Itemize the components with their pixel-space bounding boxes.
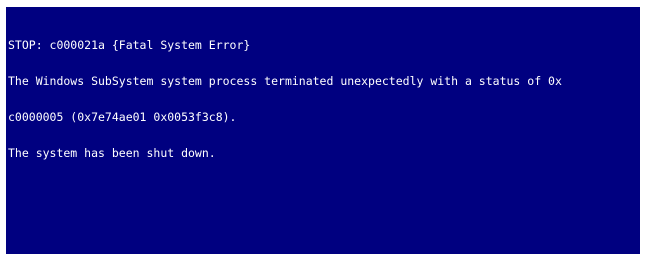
stop-code-line: STOP: c000021a {Fatal System Error} — [8, 38, 251, 52]
error-message-block: STOP: c000021a {Fatal System Error} The … — [8, 15, 640, 183]
shutdown-notice-line: The system has been shut down. — [8, 146, 216, 160]
status-parameters-line: c0000005 (0x7e74ae01 0x0053f3c8). — [8, 110, 237, 124]
screenshot-frame: STOP: c000021a {Fatal System Error} The … — [0, 0, 646, 263]
blue-screen-of-death: STOP: c000021a {Fatal System Error} The … — [6, 7, 640, 254]
error-description-line: The Windows SubSystem system process ter… — [8, 74, 562, 88]
